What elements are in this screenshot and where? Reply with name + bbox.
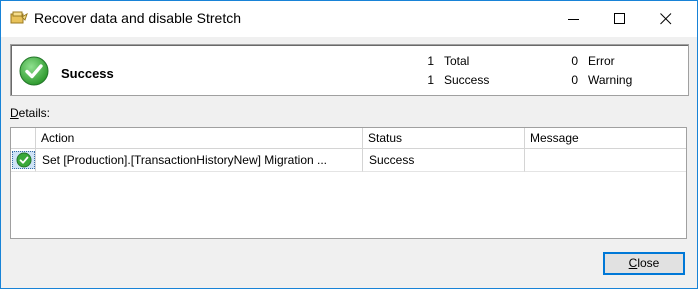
- minimize-icon: [568, 19, 579, 20]
- row-indicator-cell: [11, 149, 36, 172]
- action-cell: Set [Production].[TransactionHistoryNew]…: [36, 149, 363, 172]
- title-bar[interactable]: Recover data and disable Stretch: [1, 1, 697, 37]
- maximize-button[interactable]: [597, 1, 643, 37]
- message-cell: [525, 149, 686, 172]
- status-cell: Success: [363, 149, 525, 172]
- success-check-icon: [19, 56, 49, 86]
- table-row[interactable]: Set [Production].[TransactionHistoryNew]…: [11, 149, 686, 172]
- row-success-icon: [16, 152, 32, 168]
- column-header-action[interactable]: Action: [36, 128, 363, 149]
- column-header-status[interactable]: Status: [363, 128, 525, 149]
- close-button[interactable]: Close: [603, 252, 685, 275]
- overall-status: Success: [61, 66, 114, 81]
- window-title: Recover data and disable Stretch: [34, 10, 242, 26]
- details-label: Details:: [10, 106, 51, 120]
- wizard-icon: [10, 11, 28, 24]
- close-icon: [660, 13, 672, 25]
- summary-panel: Success 1 Total 1 Success 0 Error 0 Warn…: [10, 44, 689, 96]
- column-header-message[interactable]: Message: [525, 128, 686, 149]
- column-header-indicator: [11, 128, 36, 149]
- minimize-button[interactable]: [551, 1, 597, 37]
- maximize-icon: [614, 13, 625, 24]
- window-close-button[interactable]: [643, 1, 689, 37]
- row-selection: [12, 151, 35, 169]
- dialog-window: Recover data and disable Stretch Success…: [0, 0, 698, 289]
- details-grid[interactable]: Action Status Message Set [Production].[…: [10, 127, 687, 239]
